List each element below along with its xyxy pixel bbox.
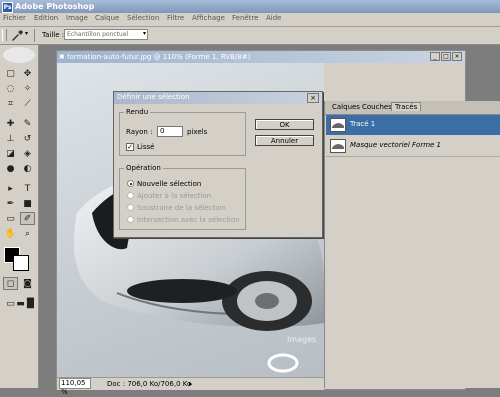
move-tool-icon[interactable]: ✥ [20, 67, 35, 80]
tab-calques[interactable]: Calques [329, 103, 363, 111]
menu-image[interactable]: Image [66, 14, 88, 22]
status-bar: 110,05 % Doc : 706,0 Ko/706,0 Ko ▸ [57, 377, 324, 396]
eyedropper-icon[interactable] [10, 29, 24, 41]
tab-traces[interactable]: Tracés [391, 102, 422, 111]
radio-soustraire-selection[interactable] [127, 204, 134, 211]
dialog-title-bar: Définir une sélection × [114, 92, 322, 104]
radio-intersection-selection[interactable] [127, 216, 134, 223]
rayon-unit: pixels [187, 128, 208, 136]
magic-wand-icon[interactable]: ✧ [20, 82, 35, 95]
menu-affichage[interactable]: Affichage [192, 14, 225, 22]
slice-tool-icon[interactable]: ⟋ [20, 97, 35, 110]
ok-button[interactable]: OK [255, 119, 314, 130]
menu-fenetre[interactable]: Fenêtre [232, 14, 258, 22]
screen-mode-full-icon[interactable]: █ [23, 297, 38, 310]
quick-mask-icon[interactable]: ◙ [20, 277, 35, 290]
path-thumbnail-icon [330, 118, 346, 132]
app-title-bar: Ps Adobe Photoshop [0, 0, 500, 13]
shape-tool-icon[interactable]: ■ [20, 197, 35, 210]
toolbox-header-logo [3, 47, 35, 63]
hand-tool-icon[interactable]: ✋ [3, 227, 18, 240]
dodge-tool-icon[interactable]: ◐ [20, 162, 35, 175]
document-icon: ▣ [59, 53, 65, 60]
zoom-tool-icon[interactable]: ⌕ [20, 227, 35, 240]
standard-mode-icon[interactable]: ◻ [3, 277, 18, 290]
menu-edition[interactable]: Edition [34, 14, 58, 22]
menu-filtre[interactable]: Filtre [167, 14, 184, 22]
define-selection-dialog: Définir une sélection × Rendu Rayon : 0 … [113, 91, 323, 238]
zoom-level-field[interactable]: 110,05 % [59, 378, 91, 396]
dialog-title: Définir une sélection [117, 93, 190, 101]
app-title: Adobe Photoshop [15, 2, 95, 11]
menu-bar: Fichier Edition Image Calque Sélection F… [0, 13, 500, 27]
path-item-trace-1[interactable]: Tracé 1 [326, 115, 500, 135]
close-icon[interactable]: × [452, 52, 462, 61]
size-label: Taille : [42, 31, 65, 39]
lisse-label: Lissé [137, 143, 155, 151]
status-menu-arrow-icon[interactable]: ▸ [189, 378, 193, 390]
mask-thumbnail-icon [330, 139, 346, 153]
options-divider [34, 29, 35, 42]
menu-fichier[interactable]: Fichier [3, 14, 26, 22]
options-bar: ▾ Taille : Echantillon ponctuel ▾ [0, 27, 500, 45]
tab-couches[interactable]: Couches [359, 103, 395, 111]
rayon-label: Rayon : [126, 128, 153, 136]
minimize-icon[interactable]: _ [430, 52, 440, 61]
dialog-close-icon[interactable]: × [307, 93, 319, 103]
paths-panel: Calques Couches Tracés Tracé 1 Masque ve… [324, 101, 500, 388]
sample-size-value: Echantillon ponctuel [67, 31, 129, 38]
notes-tool-icon[interactable]: ▭ [3, 212, 18, 225]
lasso-tool-icon[interactable]: ◌ [3, 82, 18, 95]
chevron-down-icon: ▾ [142, 30, 146, 37]
photoshop-logo-icon: Ps [2, 2, 13, 13]
background-color-swatch[interactable] [13, 255, 29, 271]
intersection-selection-label: Intersection avec la sélection [137, 216, 240, 224]
paint-bucket-icon[interactable]: ◈ [20, 147, 35, 160]
pen-tool-icon[interactable]: ✒ [3, 197, 18, 210]
maximize-icon[interactable]: □ [441, 52, 451, 61]
operation-legend: Opération [126, 164, 161, 172]
blur-tool-icon[interactable]: ● [3, 162, 18, 175]
path-item-vector-mask[interactable]: Masque vectoriel Forme 1 [326, 136, 500, 157]
panel-tab-strip: Calques Couches Tracés [325, 101, 500, 115]
menu-aide[interactable]: Aide [266, 14, 281, 22]
toolbox: ▢ ✥ ◌ ✧ ⌗ ⟋ ✚ ✎ ⊥ ↺ ◪ ◈ ● ◐ ▸ T ✒ ■ ▭ ✐ … [0, 45, 39, 388]
rayon-input[interactable]: 0 [157, 126, 183, 137]
options-grip [2, 29, 7, 41]
crop-tool-icon[interactable]: ⌗ [3, 97, 18, 110]
menu-calque[interactable]: Calque [95, 14, 119, 22]
cancel-button[interactable]: Annuler [255, 135, 314, 146]
document-title: formation-auto-futur.jpg @ 110% (Forme 1… [67, 53, 251, 61]
healing-brush-icon[interactable]: ✚ [3, 117, 18, 130]
eyedropper-tool-icon[interactable]: ✐ [20, 212, 35, 225]
sample-size-select[interactable]: Echantillon ponctuel ▾ [64, 29, 148, 40]
lisse-checkbox[interactable]: ✓ [126, 143, 134, 151]
document-size-info: Doc : 706,0 Ko/706,0 Ko [107, 380, 192, 388]
image-watermark: Images [287, 335, 317, 344]
soustraire-selection-label: Soustraire de la sélection [137, 204, 226, 212]
eraser-tool-icon[interactable]: ◪ [3, 147, 18, 160]
tool-preset-arrow-icon[interactable]: ▾ [25, 30, 28, 37]
menu-selection[interactable]: Sélection [127, 14, 159, 22]
nouvelle-selection-label: Nouvelle sélection [137, 180, 202, 188]
clone-stamp-icon[interactable]: ⊥ [3, 132, 18, 145]
radio-nouvelle-selection[interactable] [127, 180, 134, 187]
marquee-tool-icon[interactable]: ▢ [3, 67, 18, 80]
history-brush-icon[interactable]: ↺ [20, 132, 35, 145]
path-item-label: Masque vectoriel Forme 1 [350, 141, 442, 149]
document-title-bar: ▣ formation-auto-futur.jpg @ 110% (Forme… [57, 51, 465, 63]
rendu-legend: Rendu [126, 108, 149, 116]
path-item-label: Tracé 1 [350, 120, 376, 128]
brush-tool-icon[interactable]: ✎ [20, 117, 35, 130]
type-tool-icon[interactable]: T [20, 182, 35, 195]
ajouter-selection-label: Ajouter à la sélection [137, 192, 212, 200]
path-select-icon[interactable]: ▸ [3, 182, 18, 195]
radio-ajouter-selection[interactable] [127, 192, 134, 199]
